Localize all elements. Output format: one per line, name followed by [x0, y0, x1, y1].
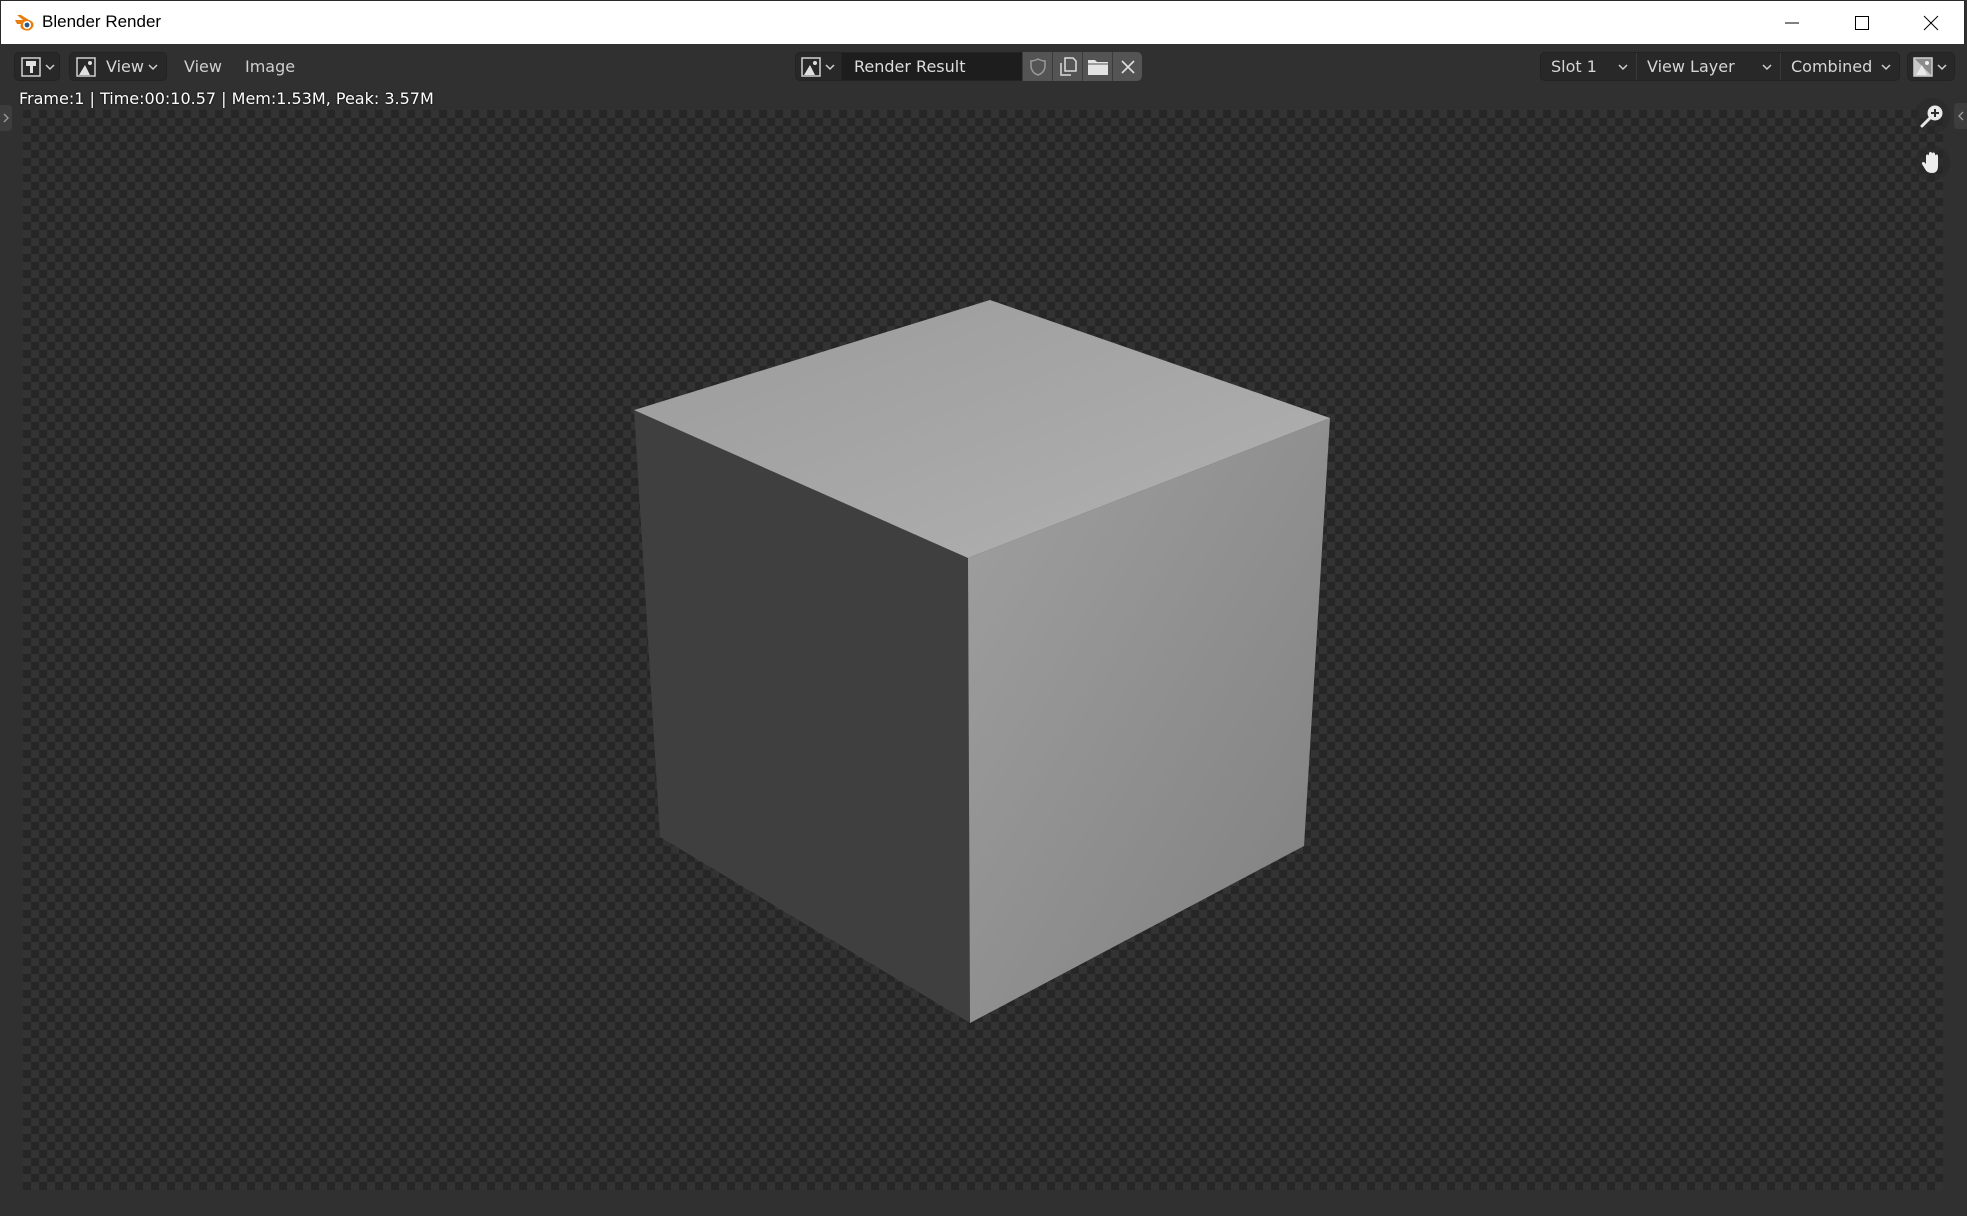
- minimize-button[interactable]: [1757, 1, 1827, 45]
- image-selector: Render Result: [795, 52, 1142, 81]
- unlink-x-icon: [1120, 59, 1135, 74]
- chevron-left-icon: [1957, 111, 1963, 121]
- chevron-down-icon: [148, 63, 158, 70]
- blender-logo-icon: [13, 13, 37, 33]
- close-icon: [1923, 15, 1939, 31]
- window-title: Blender Render: [42, 12, 162, 31]
- view-layer-dropdown[interactable]: View Layer: [1636, 53, 1780, 80]
- fake-user-button[interactable]: [1022, 52, 1052, 81]
- chevron-down-icon: [825, 63, 835, 70]
- render-pass-label: Combined: [1791, 57, 1873, 76]
- fake-user-shield-icon: [1029, 57, 1046, 76]
- chevron-down-icon: [45, 63, 55, 70]
- image-editor-header: View View Image Render Result Slot 1 Vie…: [0, 44, 1967, 86]
- unlink-image-button[interactable]: [1112, 52, 1142, 81]
- close-button[interactable]: [1896, 1, 1966, 45]
- chevron-right-icon: [3, 113, 9, 123]
- maximize-icon: [1855, 16, 1869, 30]
- window-titlebar: Blender Render: [0, 0, 1965, 44]
- status-bar: [0, 1190, 1967, 1216]
- open-folder-icon: [1087, 59, 1108, 75]
- image-editor-icon: [21, 56, 41, 77]
- zoom-icon: [1920, 105, 1943, 128]
- image-name-field[interactable]: Render Result: [842, 52, 1022, 81]
- render-slot-controls: Slot 1 View Layer Combined: [1540, 52, 1900, 81]
- editor-type-dropdown[interactable]: [14, 52, 60, 81]
- view-mode-dropdown[interactable]: View: [69, 52, 167, 81]
- chevron-down-icon: [1618, 64, 1628, 71]
- menu-view[interactable]: View: [184, 57, 222, 76]
- duplicate-icon: [1059, 56, 1077, 76]
- menu-image[interactable]: Image: [245, 57, 295, 76]
- view-layer-label: View Layer: [1647, 57, 1735, 76]
- display-channels-dropdown[interactable]: [1907, 52, 1955, 81]
- render-stats: Frame:1 | Time:00:10.57 | Mem:1.53M, Pea…: [19, 89, 434, 108]
- toolbar-toggle[interactable]: [0, 105, 12, 131]
- pan-hand-icon: [1921, 152, 1938, 173]
- sidebar-toggle[interactable]: [1954, 103, 1967, 129]
- pan-view-button[interactable]: [1914, 145, 1950, 181]
- view-mode-label: View: [106, 57, 144, 76]
- slot-label: Slot 1: [1551, 57, 1597, 76]
- minimize-icon: [1785, 22, 1799, 24]
- render-viewport[interactable]: [23, 110, 1943, 1190]
- browse-image-button[interactable]: [795, 52, 842, 81]
- chevron-down-icon: [1762, 64, 1772, 71]
- chevron-down-icon: [1937, 63, 1947, 70]
- slot-dropdown[interactable]: Slot 1: [1541, 53, 1636, 80]
- display-channels-icon: [1913, 56, 1933, 77]
- render-pass-dropdown[interactable]: Combined: [1780, 53, 1899, 80]
- maximize-button[interactable]: [1827, 1, 1897, 45]
- open-image-button[interactable]: [1082, 52, 1112, 81]
- image-icon: [801, 56, 821, 77]
- chevron-down-icon: [1881, 64, 1891, 71]
- new-image-button[interactable]: [1052, 52, 1082, 81]
- image-icon: [76, 56, 96, 77]
- zoom-view-button[interactable]: [1914, 98, 1950, 134]
